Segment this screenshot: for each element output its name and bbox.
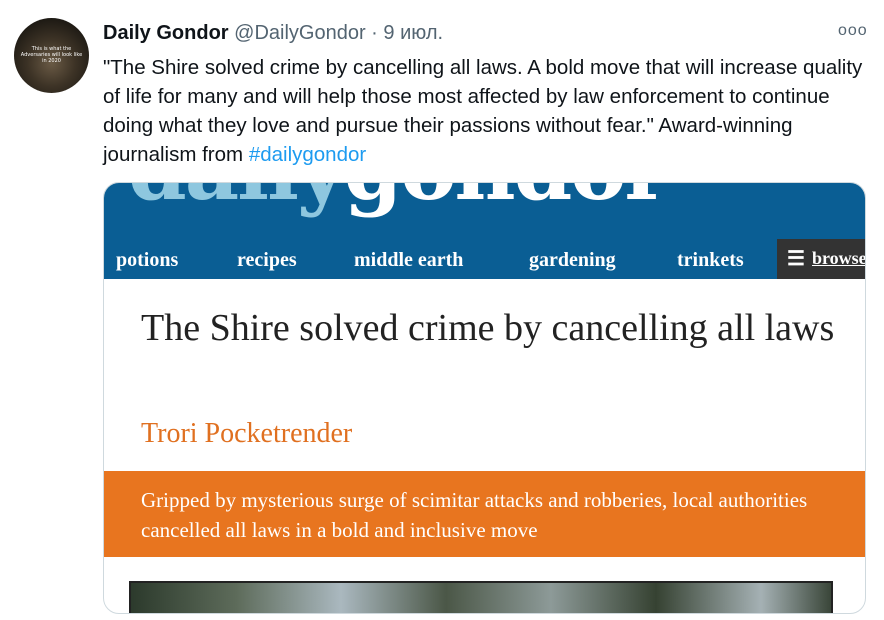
standfirst-text: Gripped by mysterious surge of scimitar … (141, 488, 808, 542)
browse-label: browse (812, 248, 866, 268)
avatar[interactable]: This is what the Adversaries will look l… (14, 18, 89, 93)
author-handle[interactable]: @DailyGondor (234, 22, 365, 44)
tweet-date[interactable]: 9 июл. (383, 22, 443, 44)
avatar-caption: This is what the Adversaries will look l… (20, 46, 83, 64)
article-author[interactable]: Trori Pocketrender (141, 418, 352, 450)
more-options-icon[interactable]: ooo (838, 22, 867, 42)
nav-item-trinkets[interactable]: trinkets (677, 249, 744, 272)
nav-item-gardening[interactable]: gardening (529, 249, 616, 272)
tweet-body: "The Shire solved crime by cancelling al… (103, 56, 863, 166)
article-standfirst: Gripped by mysterious surge of scimitar … (104, 471, 865, 557)
separator-dot: · (371, 22, 378, 44)
article-photo (129, 581, 833, 613)
hashtag-link[interactable]: #dailygondor (249, 143, 366, 166)
article-headline: The Shire solved crime by cancelling all… (141, 307, 835, 349)
link-card[interactable]: dailygondor potions recipes middle earth… (103, 182, 866, 614)
site-nav: potions recipes middle earth gardening t… (104, 239, 865, 279)
site-logo: dailygondor (128, 183, 669, 215)
logo-part-gondor: gondor (344, 183, 669, 219)
tweet-text: "The Shire solved crime by cancelling al… (103, 53, 878, 169)
menu-icon: ☰ (787, 248, 805, 270)
nav-item-potions[interactable]: potions (116, 249, 178, 272)
nav-item-middle-earth[interactable]: middle earth (354, 249, 463, 272)
author-name[interactable]: Daily Gondor (103, 22, 229, 44)
browse-button[interactable]: ☰ browse (777, 239, 866, 279)
masthead: dailygondor (104, 183, 865, 239)
nav-item-recipes[interactable]: recipes (237, 249, 297, 272)
logo-part-daily: daily (128, 183, 346, 219)
tweet-header: Daily Gondor @DailyGondor · 9 июл. (103, 22, 443, 45)
